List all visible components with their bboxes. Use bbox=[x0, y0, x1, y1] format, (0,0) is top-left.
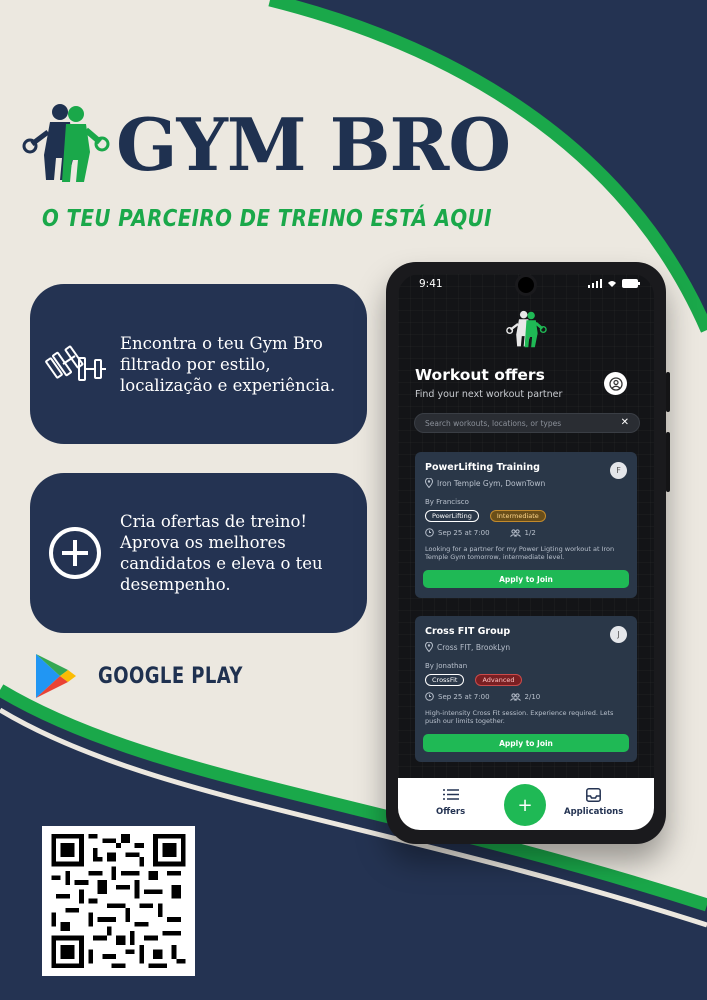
offer-participants-text: 1/2 bbox=[524, 528, 536, 537]
tab-offers-label: Offers bbox=[436, 807, 466, 817]
offer-participants: 2/10 bbox=[509, 692, 541, 701]
feature-card-create: Cria ofertas de treino! Aprova os melhor… bbox=[30, 473, 367, 633]
search-input[interactable]: Search workouts, locations, or types ✕ bbox=[414, 413, 640, 433]
people-icon bbox=[509, 528, 521, 537]
location-pin-icon bbox=[425, 478, 433, 488]
clear-search-icon[interactable]: ✕ bbox=[621, 417, 629, 428]
google-play-label: GOOGLE PLAY bbox=[98, 663, 243, 689]
inbox-icon bbox=[586, 788, 602, 802]
phone-screen: 9:41 Workout offers Find your next worko… bbox=[398, 274, 654, 830]
clock-icon bbox=[425, 692, 434, 701]
battery-icon bbox=[622, 279, 640, 288]
signal-icon bbox=[588, 279, 602, 288]
page-title: Workout offers bbox=[415, 366, 545, 384]
offer-tags: CrossFit Advanced bbox=[425, 674, 627, 686]
clock-icon bbox=[425, 528, 434, 537]
gym-bro-logo-icon bbox=[22, 104, 110, 182]
bottom-tab-bar: Offers + Applications bbox=[398, 778, 654, 830]
tag-badge: CrossFit bbox=[425, 674, 465, 686]
phone-mockup: 9:41 Workout offers Find your next worko… bbox=[386, 262, 670, 844]
offer-card[interactable]: PowerLifting Training F Iron Temple Gym,… bbox=[415, 452, 637, 598]
feature-card-find: Encontra o teu Gym Bro filtrado por esti… bbox=[30, 284, 367, 444]
offer-participants-text: 2/10 bbox=[524, 692, 541, 701]
offer-title: Cross FIT Group bbox=[425, 626, 511, 637]
feature-text-create: Cria ofertas de treino! Aprova os melhor… bbox=[120, 512, 323, 594]
user-icon bbox=[608, 376, 623, 391]
dumbbell-icon bbox=[30, 344, 120, 384]
page-subtitle: Find your next workout partner bbox=[415, 389, 563, 400]
author-avatar: J bbox=[610, 626, 627, 643]
tag-badge: PowerLifting bbox=[425, 510, 479, 522]
phone-side-button bbox=[666, 432, 670, 492]
level-badge: Intermediate bbox=[489, 510, 546, 522]
google-play-badge[interactable]: GOOGLE PLAY bbox=[34, 652, 275, 700]
status-icons bbox=[588, 279, 640, 288]
offer-location-text: Cross FIT, BrookLyn bbox=[437, 642, 511, 652]
offer-participants: 1/2 bbox=[509, 528, 536, 537]
offer-tags: PowerLifting Intermediate bbox=[425, 510, 627, 522]
offer-meta: Sep 25 at 7:00 1/2 bbox=[425, 528, 627, 537]
tab-offers[interactable]: Offers bbox=[436, 788, 465, 817]
status-time: 9:41 bbox=[419, 278, 443, 290]
offer-card[interactable]: Cross FIT Group J Cross FIT, BrookLyn By… bbox=[415, 616, 637, 762]
offer-author: By Jonathan bbox=[425, 662, 468, 670]
create-offer-button[interactable]: + bbox=[504, 784, 546, 826]
app-logo bbox=[398, 309, 654, 351]
offer-location-text: Iron Temple Gym, DownTown bbox=[437, 478, 546, 488]
list-icon bbox=[442, 789, 459, 800]
feature-text-find: Encontra o teu Gym Bro filtrado por esti… bbox=[120, 333, 336, 395]
search-placeholder: Search workouts, locations, or types bbox=[425, 418, 562, 428]
tab-applications[interactable]: Applications bbox=[564, 788, 623, 817]
google-play-icon bbox=[36, 654, 76, 698]
offer-datetime-text: Sep 25 at 7:00 bbox=[438, 692, 490, 701]
poster: GYM BRO O TEU PARCEIRO DE TREINO ESTÁ AQ… bbox=[0, 0, 707, 1000]
offer-description: High-intensity Cross Fit session. Experi… bbox=[425, 709, 614, 725]
offer-location: Iron Temple Gym, DownTown bbox=[425, 478, 627, 488]
profile-avatar-button[interactable] bbox=[604, 372, 627, 395]
offer-author: By Francisco bbox=[425, 498, 469, 506]
phone-side-button bbox=[666, 372, 670, 412]
level-badge: Advanced bbox=[475, 674, 522, 686]
location-pin-icon bbox=[425, 642, 433, 652]
people-icon bbox=[509, 692, 521, 701]
offer-datetime-text: Sep 25 at 7:00 bbox=[438, 528, 490, 537]
wifi-icon bbox=[608, 281, 616, 287]
plus-circle-icon bbox=[30, 525, 120, 581]
gym-bro-logo-icon bbox=[506, 310, 547, 348]
offer-meta: Sep 25 at 7:00 2/10 bbox=[425, 692, 627, 701]
tagline: O TEU PARCEIRO DE TREINO ESTÁ AQUI bbox=[42, 206, 492, 232]
offer-title: PowerLifting Training bbox=[425, 462, 540, 473]
brand-name: GYM BRO bbox=[116, 102, 511, 187]
camera-notch bbox=[515, 274, 537, 296]
apply-to-join-button[interactable]: Apply to Join bbox=[423, 734, 629, 752]
offer-description: Looking for a partner for my Power Ligti… bbox=[425, 545, 615, 561]
offer-datetime: Sep 25 at 7:00 bbox=[425, 528, 490, 537]
tab-applications-label: Applications bbox=[564, 807, 624, 817]
qr-code-image bbox=[51, 834, 186, 968]
offer-location: Cross FIT, BrookLyn bbox=[425, 642, 627, 652]
author-avatar: F bbox=[610, 462, 627, 479]
offer-datetime: Sep 25 at 7:00 bbox=[425, 692, 490, 701]
qr-code[interactable] bbox=[42, 826, 195, 976]
brand: GYM BRO bbox=[20, 100, 511, 190]
apply-to-join-button[interactable]: Apply to Join bbox=[423, 570, 629, 588]
